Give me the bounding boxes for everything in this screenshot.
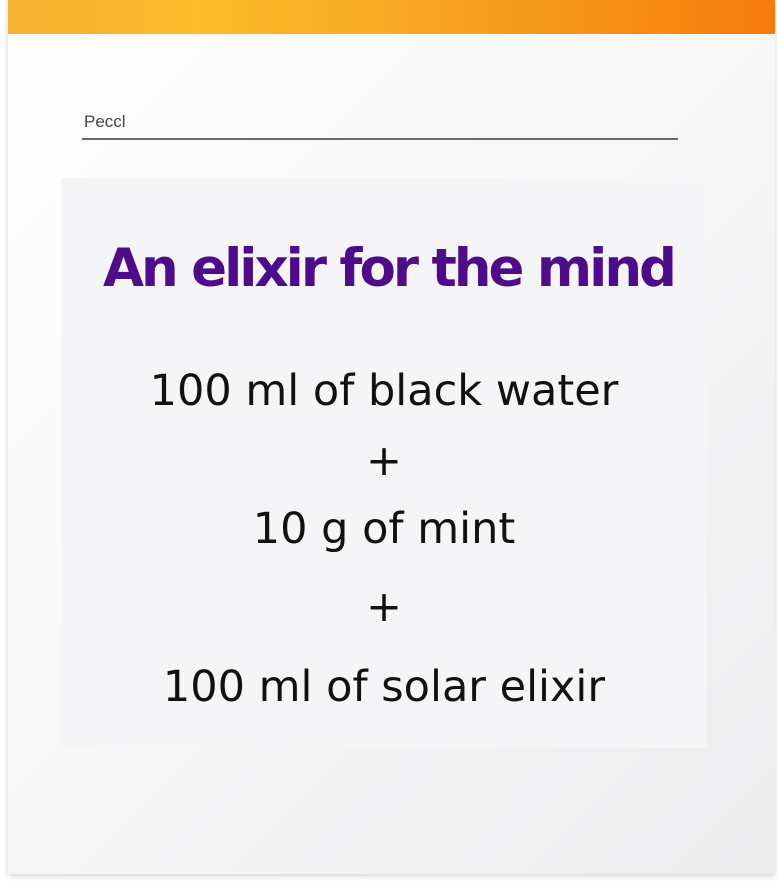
plus-sign-1: + — [365, 436, 403, 486]
plus-sign-2: + — [365, 582, 403, 632]
recipe-title: An elixir for the mind — [102, 238, 677, 299]
ingredient-2: 10 g of mint — [252, 504, 516, 554]
header-label: Peccl — [84, 112, 126, 131]
ingredient-1: 100 ml of black water — [149, 366, 619, 416]
header-field: Peccl — [82, 108, 678, 140]
accent-bar — [8, 0, 775, 34]
ingredient-3: 100 ml of solar elixir — [162, 662, 606, 712]
